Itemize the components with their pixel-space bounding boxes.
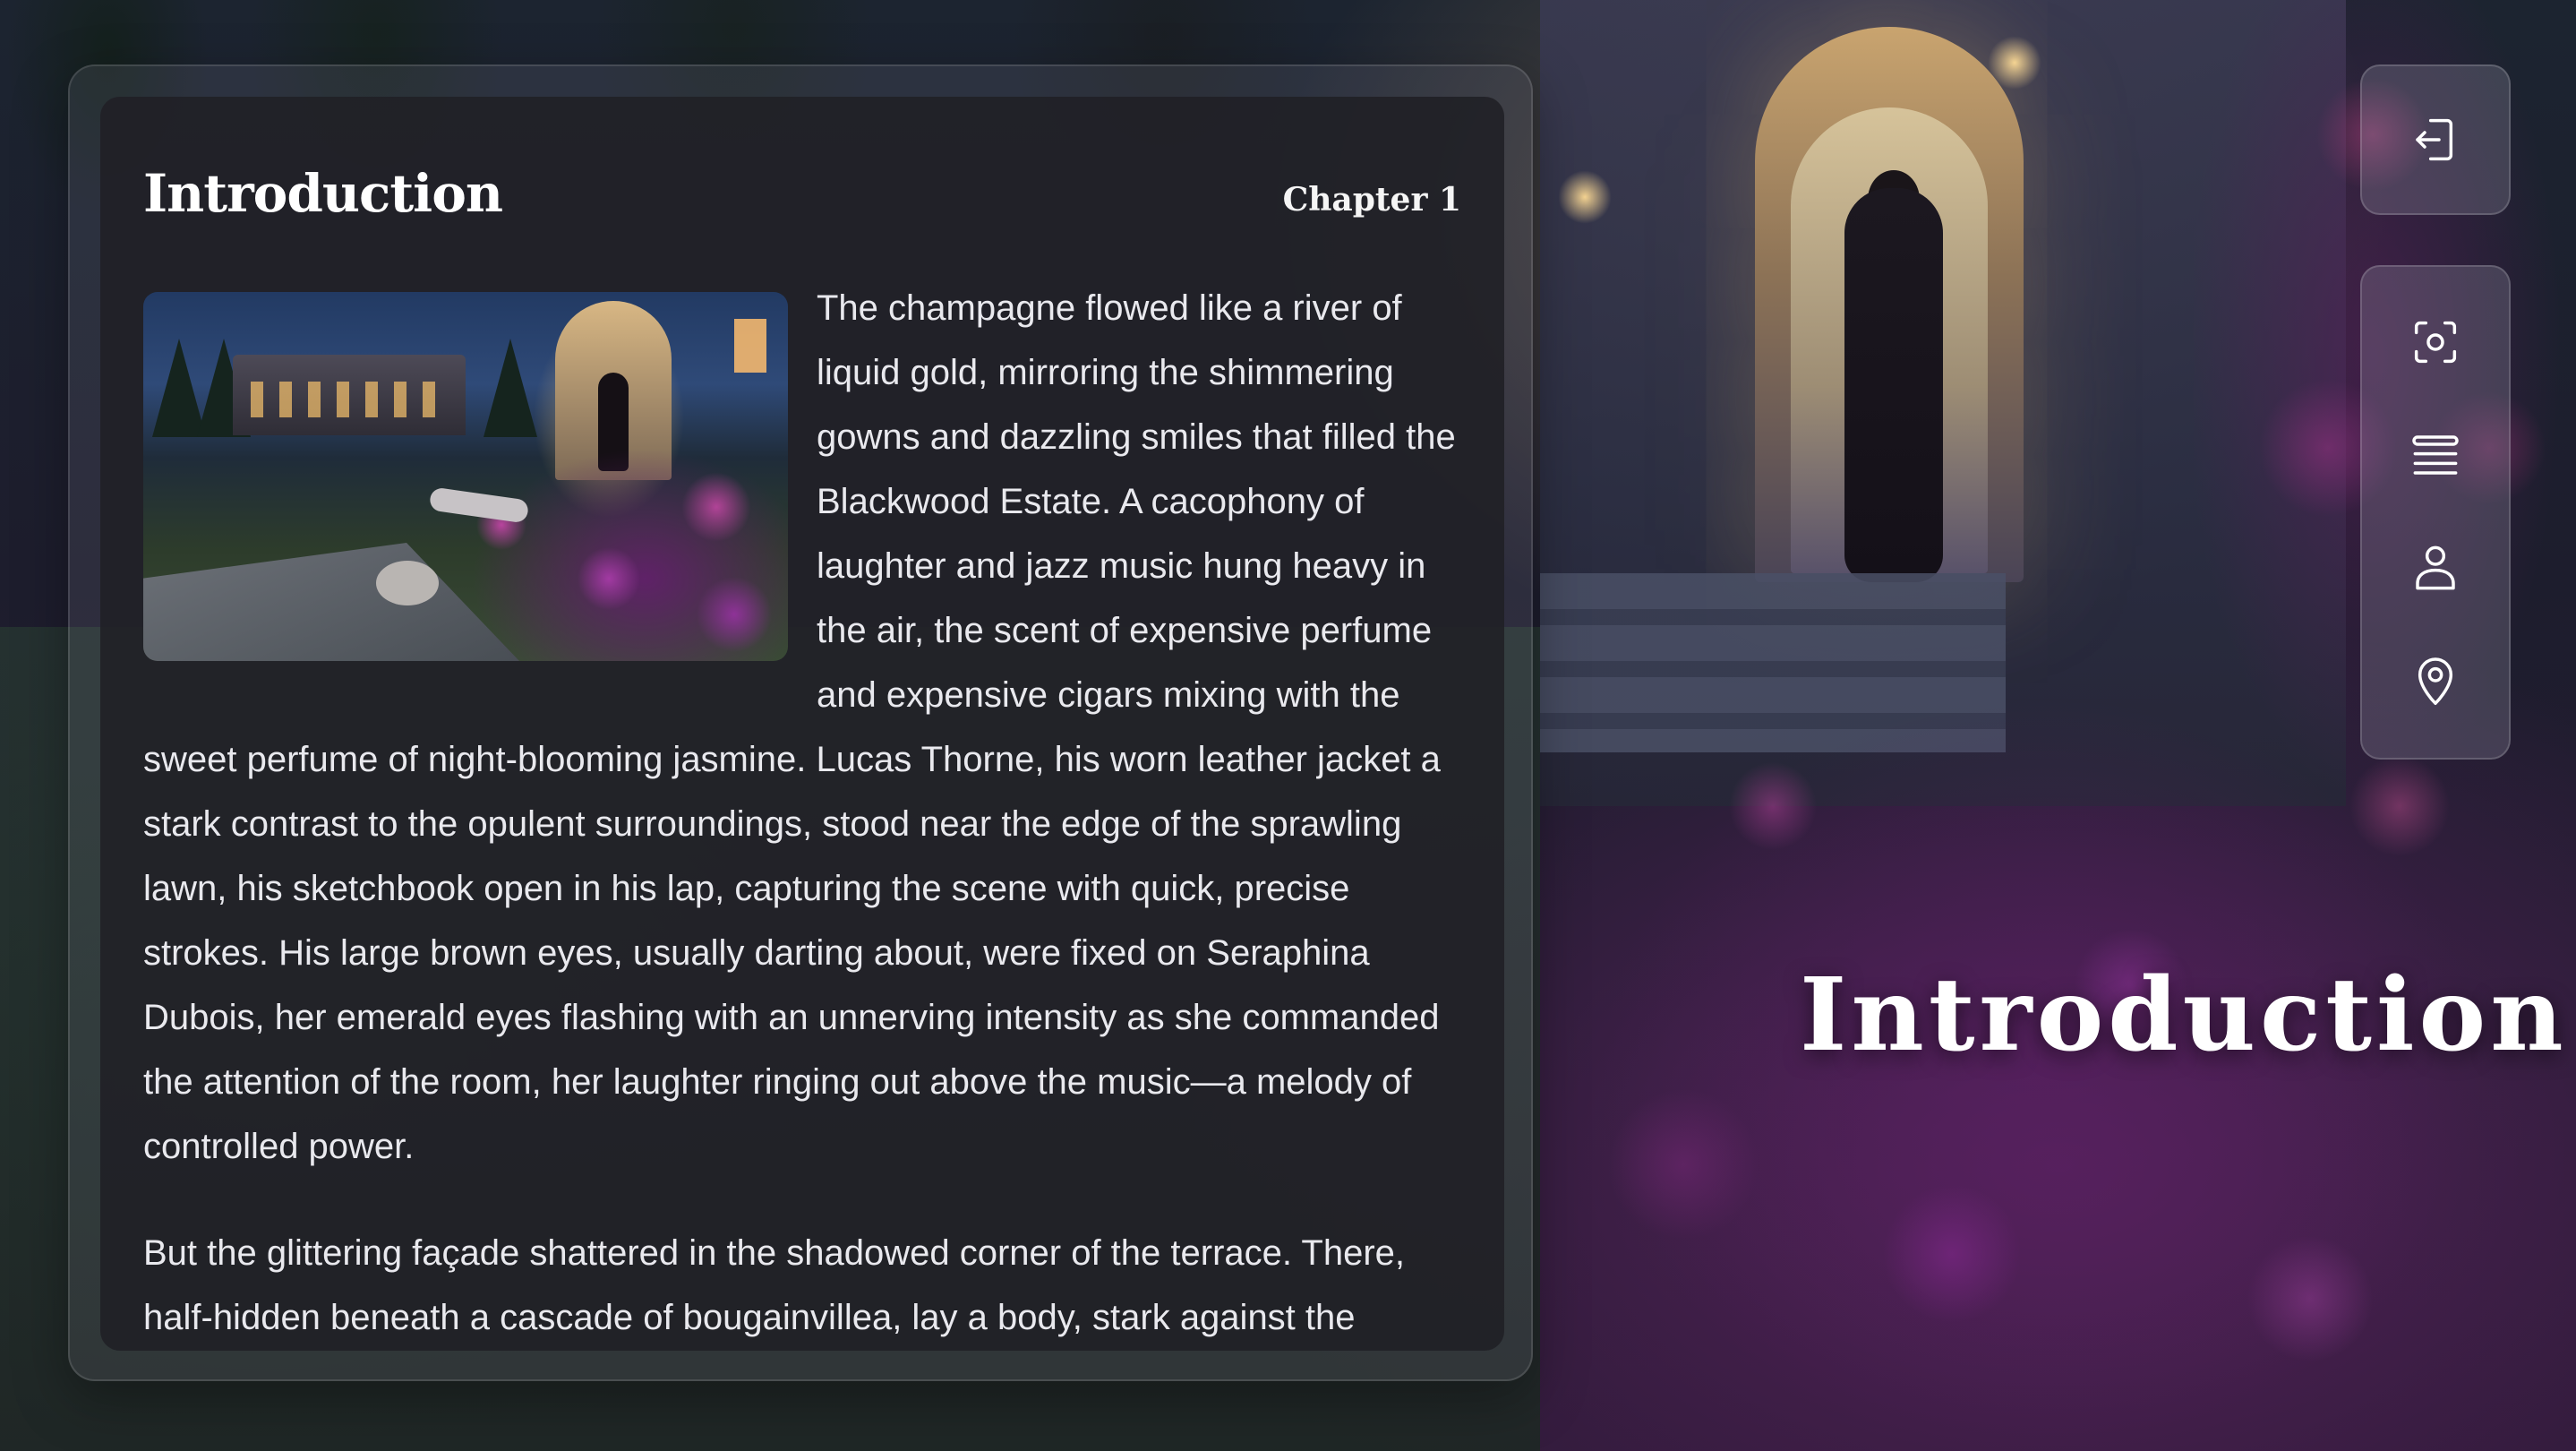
background-lamp-right	[1988, 36, 2041, 90]
hero-title: Introduction	[1800, 957, 2568, 1074]
illustration-window	[734, 319, 766, 373]
menu-icon	[2412, 435, 2459, 475]
illustration-flowers	[412, 399, 788, 661]
illustration-stone	[376, 561, 439, 605]
location-button[interactable]	[2392, 638, 2478, 724]
story-paragraph: But the glittering façade shattered in t…	[143, 1233, 1406, 1337]
panel-title: Introduction	[143, 163, 503, 224]
screenshot-icon	[2414, 321, 2457, 364]
reading-panel[interactable]: Introduction Chapter 1 The champagne flo…	[100, 97, 1504, 1351]
profile-button[interactable]	[2392, 525, 2478, 611]
exit-icon	[2416, 118, 2453, 161]
chapter-label: Chapter 1	[1282, 181, 1461, 219]
user-icon	[2416, 545, 2455, 590]
chapter-illustration	[143, 292, 788, 661]
menu-button[interactable]	[2392, 412, 2478, 498]
tool-panel	[2360, 265, 2511, 760]
panel-header: Introduction Chapter 1	[143, 158, 1461, 229]
screenshot-button[interactable]	[2392, 299, 2478, 385]
story-text: The champagne flowed like a river of liq…	[143, 276, 1464, 1351]
exit-button[interactable]	[2360, 64, 2511, 215]
location-pin-icon	[2418, 657, 2453, 706]
